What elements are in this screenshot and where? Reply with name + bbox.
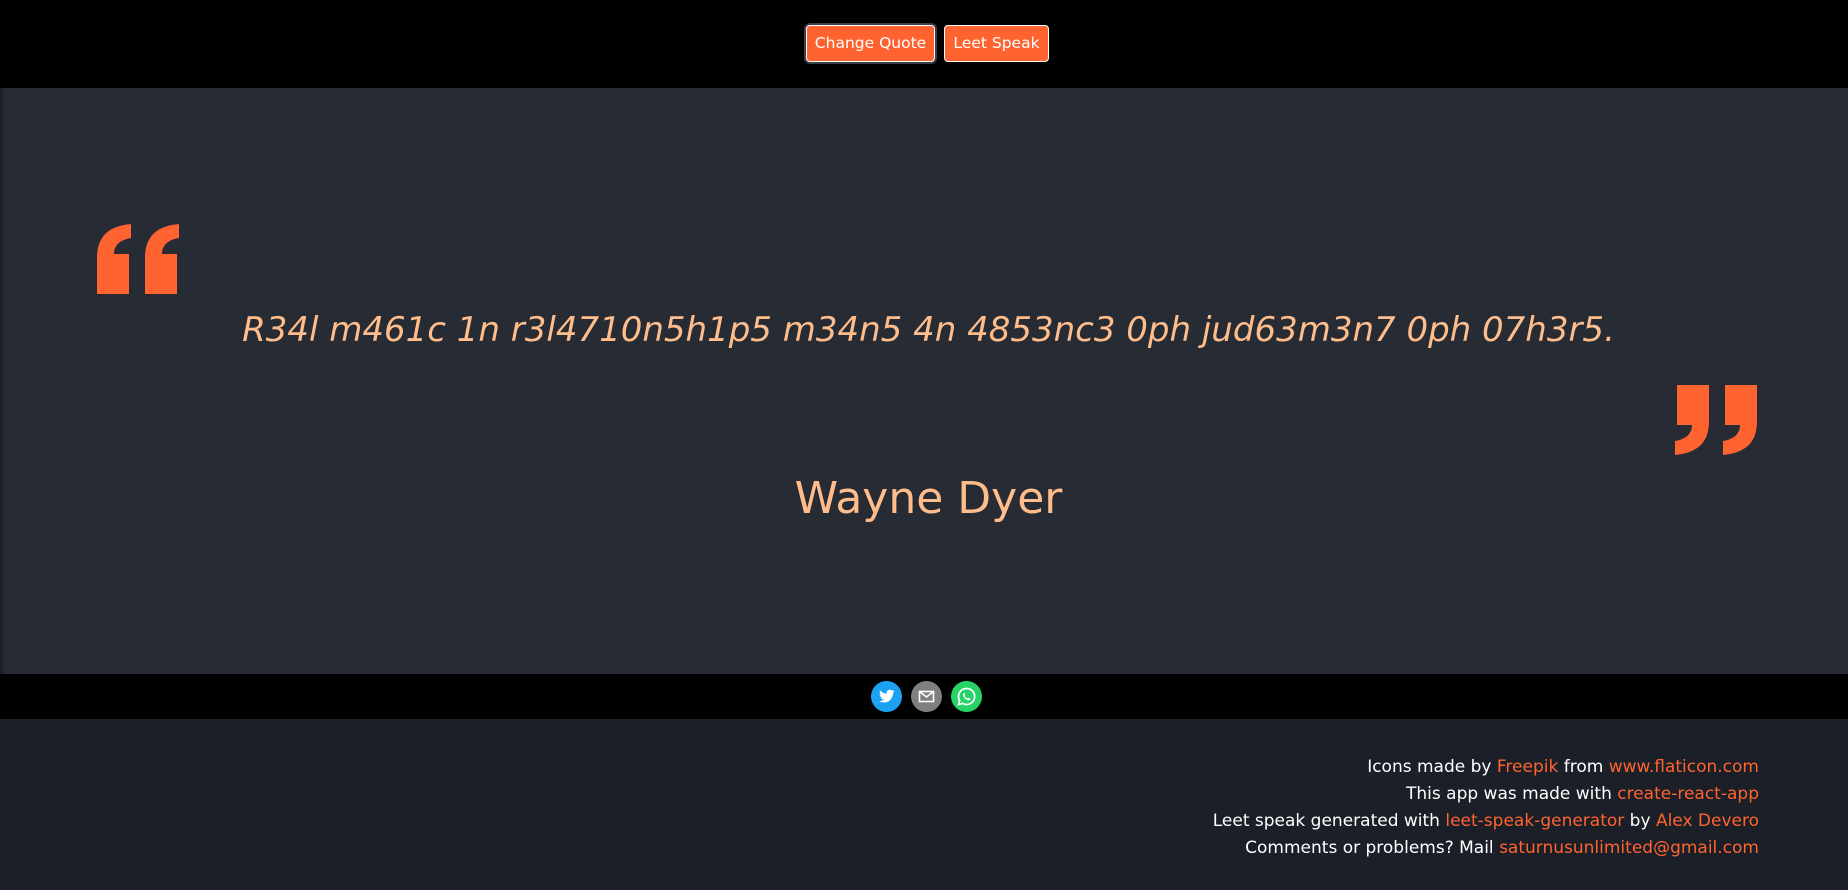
- freepik-link[interactable]: Freepik: [1497, 757, 1558, 777]
- credits-text: Leet speak generated with: [1212, 811, 1446, 831]
- email-icon[interactable]: [911, 681, 942, 712]
- credits-line-leet: Leet speak generated with leet-speak-gen…: [859, 808, 1759, 835]
- quote-text: R34l m461c 1n r3l4710n5h1p5 m34n5 4n 485…: [242, 310, 1615, 350]
- credits-text: Comments or problems? Mail: [1245, 838, 1500, 858]
- leet-speak-button[interactable]: Leet Speak: [944, 25, 1049, 62]
- whatsapp-icon[interactable]: [951, 681, 982, 712]
- mail-link[interactable]: saturnusunlimited@gmail.com: [1499, 838, 1759, 858]
- leet-speak-generator-link[interactable]: leet-speak-generator: [1445, 811, 1624, 831]
- credits-text: by: [1624, 811, 1656, 831]
- twitter-icon[interactable]: [871, 681, 902, 712]
- close-quote-icon: [1675, 385, 1757, 455]
- alex-devero-link[interactable]: Alex Devero: [1656, 811, 1759, 831]
- credits-line-app: This app was made with create-react-app: [859, 781, 1759, 808]
- top-toolbar: Change Quote Leet Speak: [0, 0, 1848, 88]
- create-react-app-link[interactable]: create-react-app: [1617, 784, 1759, 804]
- credits-text: from: [1558, 757, 1609, 777]
- open-quote-icon: [97, 224, 179, 294]
- quote-author: Wayne Dyer: [794, 473, 1063, 524]
- credits-text: Icons made by: [1367, 757, 1497, 777]
- credits-text: This app was made with: [1406, 784, 1618, 804]
- credits: Icons made by Freepik from www.flaticon.…: [859, 754, 1759, 862]
- credits-line-icons: Icons made by Freepik from www.flaticon.…: [859, 754, 1759, 781]
- flaticon-link[interactable]: www.flaticon.com: [1609, 757, 1759, 777]
- change-quote-button[interactable]: Change Quote: [806, 25, 935, 62]
- quote-box: R34l m461c 1n r3l4710n5h1p5 m34n5 4n 485…: [3, 88, 1848, 674]
- credits-line-mail: Comments or problems? Mail saturnusunlim…: [859, 835, 1759, 862]
